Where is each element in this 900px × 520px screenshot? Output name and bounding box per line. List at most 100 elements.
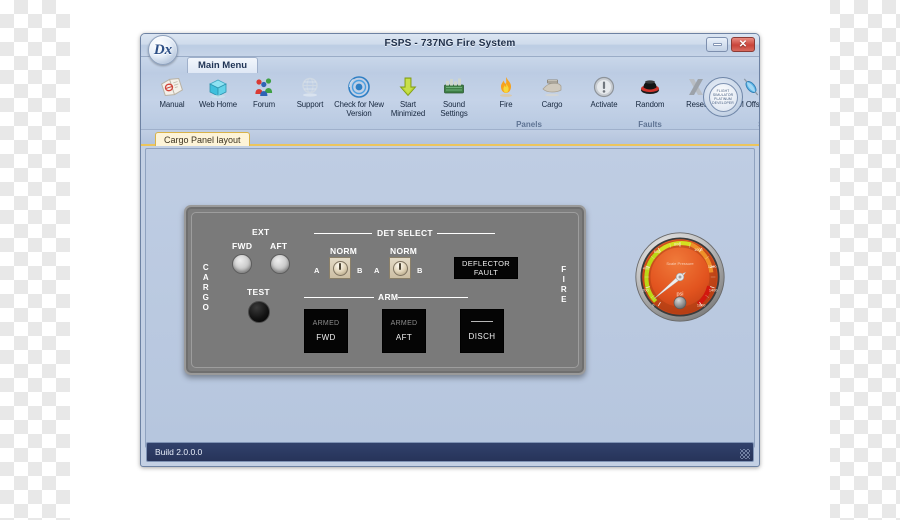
web-home-icon	[209, 79, 227, 99]
ribbon-group-panels-name: Panels	[516, 119, 542, 129]
armed-aft-bottom-label: AFT	[395, 333, 413, 342]
ribbon-button-random-label: Random	[635, 100, 665, 109]
gauge-title: Scale Pressure	[666, 261, 694, 266]
label-det-b-right: B	[417, 266, 423, 275]
label-det-a-right: B	[357, 266, 363, 275]
title-bar: Dx FSPS - 737NG Fire System ✕	[141, 34, 759, 65]
label-fwd: FWD	[232, 241, 253, 251]
deflector-fault-line1: DEFLECTOR	[462, 259, 510, 268]
ribbon-groups: Manual Web Home Forum Support Check for …	[141, 74, 759, 129]
gauge-tick-0: 0	[652, 303, 654, 307]
ribbon-group-general: Manual Web Home Forum Support Check for …	[149, 74, 477, 130]
label-ext: EXT	[252, 227, 270, 237]
status-bar: Build 2.0.0.0	[146, 442, 754, 462]
gauge-tick-end: 1800	[697, 303, 706, 307]
label-det-a-left: A	[314, 266, 320, 275]
ribbon-button-activate[interactable]: Activate	[581, 74, 627, 109]
cargo-fire-panel: CARGO FIRE EXT FWD AFT TEST DET SELECT N…	[184, 205, 586, 375]
ribbon-button-forum[interactable]: Forum	[241, 74, 287, 109]
det-select-knob-b[interactable]	[389, 257, 411, 279]
sound-settings-icon	[444, 78, 464, 94]
armed-aft-top-label: ARMED	[390, 320, 418, 327]
ribbon-button-support[interactable]: Support	[287, 74, 333, 109]
label-det-a-norm: NORM	[330, 246, 358, 256]
ribbon-button-activate-label: Activate	[590, 100, 618, 109]
det-select-rule-right	[437, 233, 495, 234]
gauge-tick-1000: 1000	[694, 248, 703, 252]
app-logo-orb[interactable]: Dx	[148, 35, 178, 65]
ribbon-button-sound-settings-label: Sound Settings	[440, 100, 468, 118]
ribbon-button-cargo-label: Cargo	[541, 100, 563, 109]
minimize-button[interactable]	[706, 37, 728, 52]
label-det-b-left: A	[374, 266, 380, 275]
ribbon-button-fire-label: Fire	[499, 100, 513, 109]
ribbon-button-fire[interactable]: Fire	[483, 74, 529, 109]
label-det-b-norm: NORM	[390, 246, 418, 256]
ribbon-button-web-home-label: Web Home	[198, 100, 238, 109]
window-controls: ✕	[706, 37, 755, 52]
app-logo-text: Dx	[153, 41, 173, 58]
armed-aft-button[interactable]: ARMED AFT	[382, 309, 426, 353]
det-select-rule-left	[314, 233, 372, 234]
ribbon-group-panels: Fire Cargo Panels	[483, 74, 575, 130]
close-icon: ✕	[738, 38, 748, 50]
ribbon: Main Menu Manual Web Home Forum Support …	[141, 57, 759, 130]
document-tab-strip: Cargo Panel layout	[141, 130, 759, 146]
ribbon-tab-row: Main Menu	[187, 56, 259, 73]
support-icon	[302, 77, 318, 97]
ribbon-button-cargo[interactable]: Cargo	[529, 74, 575, 109]
ribbon-group-general-name	[149, 118, 477, 130]
tab-cargo-panel-layout[interactable]: Cargo Panel layout	[155, 132, 250, 146]
ribbon-button-random[interactable]: Random	[627, 74, 673, 109]
ext-fwd-button[interactable]	[232, 254, 252, 274]
ribbon-button-forum-label: Forum	[252, 100, 276, 109]
ribbon-group-settings-name: Settings	[725, 118, 759, 130]
ribbon-button-check-version[interactable]: Check for New Version	[333, 74, 385, 118]
ribbon-button-sound-settings[interactable]: Sound Settings	[431, 74, 477, 118]
gauge-tick-1200: 1200	[708, 265, 717, 269]
label-arm: ARM	[378, 292, 399, 302]
gauge-tick-200: 200	[642, 289, 648, 293]
ribbon-button-check-version-label: Check for New Version	[334, 100, 384, 118]
random-icon	[641, 80, 659, 94]
cargo-panel-inner: CARGO FIRE EXT FWD AFT TEST DET SELECT N…	[191, 212, 579, 368]
gauge-tick-600: 600	[654, 250, 660, 254]
label-aft: AFT	[270, 241, 288, 251]
ribbon-button-manual[interactable]: Manual	[149, 74, 195, 109]
ext-aft-button[interactable]	[270, 254, 290, 274]
gauge-adjust-knob	[673, 296, 687, 310]
forum-icon	[255, 78, 273, 96]
ribbon-button-start-minimized[interactable]: Start Minimized	[385, 74, 431, 118]
scale-pressure-gauge: 0 200 400 600 800 1000 1200 1400 1800 Sc…	[634, 231, 726, 323]
det-select-knob-a[interactable]	[329, 257, 351, 279]
knob-cap-icon	[392, 260, 408, 276]
gauge-tick-800: 800	[674, 243, 680, 247]
ribbon-button-manual-label: Manual	[159, 100, 185, 109]
resize-grip[interactable]	[740, 449, 750, 459]
activate-icon	[593, 76, 615, 98]
label-det-select: DET SELECT	[377, 228, 433, 238]
panel-label-fire: FIRE	[560, 265, 568, 304]
close-button[interactable]: ✕	[731, 37, 755, 52]
developer-seal-icon: FLIGHT SIMULATOR PLATINUM DEVELOPER	[703, 77, 743, 117]
check-version-icon	[348, 76, 370, 98]
status-build-text: Build 2.0.0.0	[155, 447, 203, 457]
ribbon-group-faults-name: Faults	[638, 119, 662, 129]
cargo-icon	[542, 79, 562, 97]
tab-main-menu[interactable]: Main Menu	[187, 57, 259, 73]
window-title: FSPS - 737NG Fire System	[384, 38, 516, 49]
gauge-svg: 0 200 400 600 800 1000 1200 1400 1800 Sc…	[635, 232, 725, 322]
knob-cap-icon	[332, 260, 348, 276]
start-minimized-icon	[399, 77, 417, 97]
application-window: Dx FSPS - 737NG Fire System ✕ Main Menu	[140, 33, 760, 467]
armed-fwd-button[interactable]: ARMED FWD	[304, 309, 348, 353]
deflector-fault-button[interactable]: DEFLECTOR FAULT	[454, 257, 518, 279]
label-test: TEST	[247, 287, 270, 297]
manual-icon	[160, 77, 184, 97]
gauge-tick-1400: 1400	[709, 289, 718, 293]
test-button[interactable]	[248, 301, 270, 323]
workspace: CARGO FIRE EXT FWD AFT TEST DET SELECT N…	[145, 148, 755, 448]
ribbon-button-web-home[interactable]: Web Home	[195, 74, 241, 109]
disch-button[interactable]: DISCH	[460, 309, 504, 353]
arm-rule-right	[398, 297, 468, 298]
